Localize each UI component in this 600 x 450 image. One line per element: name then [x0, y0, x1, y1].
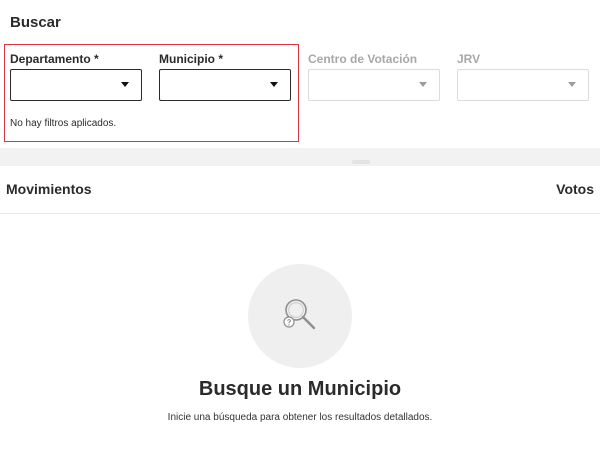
empty-state: Busque un Municipio Inicie una búsqueda …: [0, 214, 600, 450]
centro-votacion-label: Centro de Votación: [308, 52, 418, 66]
results-panel: Movimientos Votos Busque un Municipio In…: [0, 166, 600, 450]
departamento-select[interactable]: [10, 69, 142, 101]
section-separator: [0, 148, 600, 166]
search-panel: Buscar Departamento * Municipio * Centro…: [0, 0, 600, 148]
departamento-label: Departamento *: [10, 52, 99, 66]
magnifier-question-icon: [248, 264, 352, 368]
filter-status-text: No hay filtros aplicados.: [10, 118, 117, 129]
caret-down-icon: [568, 82, 576, 87]
jrv-label: JRV: [457, 52, 481, 66]
caret-down-icon: [270, 82, 278, 87]
results-header: Movimientos Votos: [0, 166, 600, 214]
empty-state-title: Busque un Municipio: [198, 378, 402, 400]
municipio-select[interactable]: [159, 69, 291, 101]
jrv-select: [457, 69, 589, 101]
caret-down-icon: [121, 82, 129, 87]
centro-votacion-select: [308, 69, 440, 101]
search-title: Buscar: [10, 14, 61, 31]
movimientos-column-header: Movimientos: [6, 181, 92, 197]
empty-state-subtitle: Inicie una búsqueda para obtener los res…: [167, 412, 433, 423]
caret-down-icon: [419, 82, 427, 87]
votos-column-header: Votos: [556, 181, 594, 197]
municipio-label: Municipio *: [159, 52, 223, 66]
